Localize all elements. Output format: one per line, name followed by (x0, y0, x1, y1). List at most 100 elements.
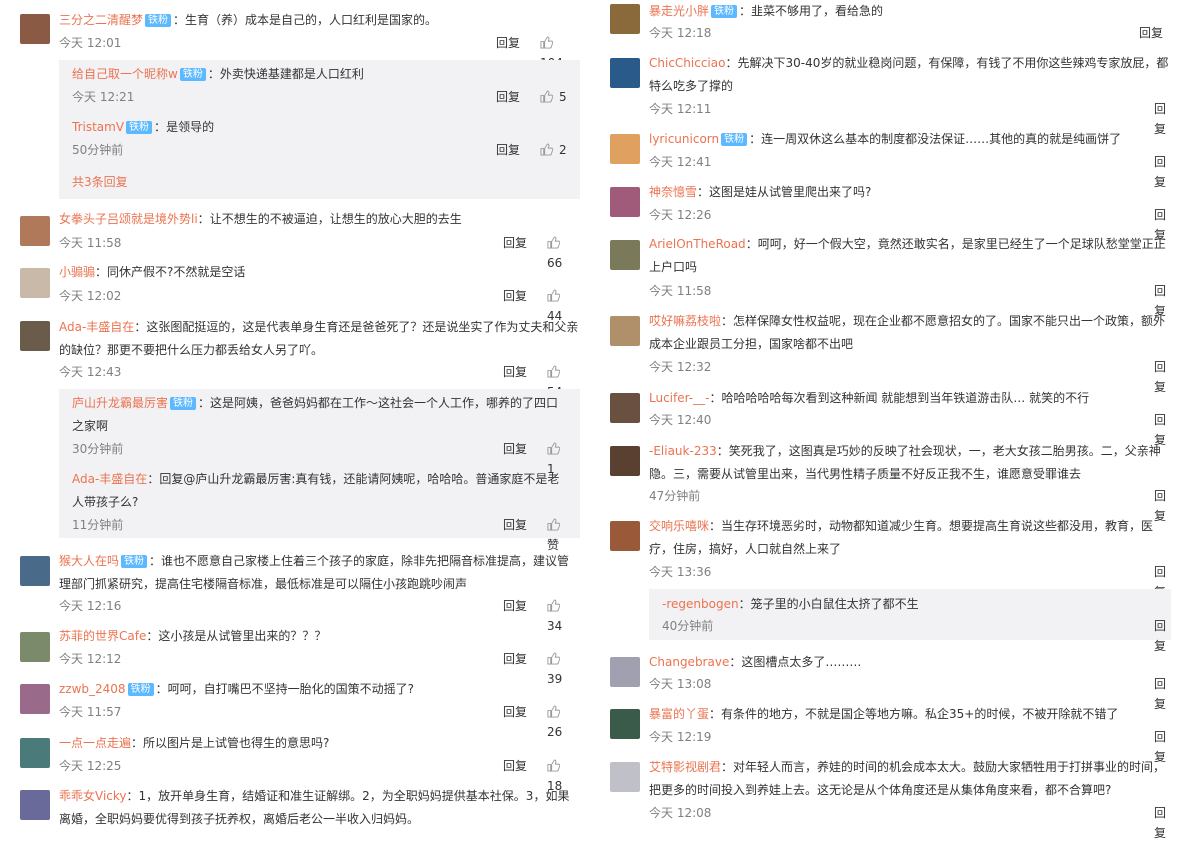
username-link[interactable]: 艾特影视剧君 (649, 760, 721, 774)
comment-meta: 今天 12:40回复8 (649, 410, 1171, 447)
timestamp: 今天 12:16 (59, 599, 122, 613)
comment-text: 三分之二清醒梦 铁粉 ：生育（养）成本是自己的，人口红利是国家的。 (59, 9, 580, 32)
reply-button[interactable]: 回复 (503, 362, 527, 382)
username-link[interactable]: 小骟骟 (59, 265, 95, 279)
avatar[interactable] (20, 684, 50, 714)
avatar[interactable] (20, 632, 50, 662)
avatar[interactable] (20, 321, 50, 351)
comment-text: 暴富的丫蛋：有条件的地方，不就是国企等地方嘛。私企35+的时候，不被开除就不错了 (649, 703, 1171, 726)
avatar[interactable] (610, 709, 640, 739)
avatar[interactable] (610, 657, 640, 687)
colon: ： (147, 472, 160, 486)
iron-fan-badge: 铁粉 (711, 5, 738, 18)
avatar[interactable] (20, 556, 50, 586)
timestamp: 47分钟前 (649, 489, 701, 503)
username-link[interactable]: 庐山升龙霸最厉害 (72, 396, 168, 410)
avatar[interactable] (610, 240, 640, 270)
username-link[interactable]: 一点一点走遍 (59, 736, 131, 750)
reply-button[interactable]: 回复 (1154, 803, 1171, 843)
username-link[interactable]: 暴走光小胖 (649, 4, 709, 18)
avatar[interactable] (610, 446, 640, 476)
avatar[interactable] (610, 4, 640, 34)
reply-button[interactable]: 回复 (503, 649, 527, 669)
colon: ： (154, 120, 167, 134)
comment-meta: 今天 12:41回复14 (649, 152, 1171, 189)
avatar[interactable] (20, 216, 50, 246)
username-link[interactable]: -regenbogen (662, 597, 739, 611)
timestamp: 今天 11:58 (649, 284, 712, 298)
comment-meta: 今天 11:57 回复 26 (59, 702, 580, 739)
reply-button[interactable]: 回复 (503, 233, 527, 253)
reply-button[interactable]: 回复 (503, 439, 527, 459)
timestamp: 今天 12:21 (72, 90, 135, 104)
username-link[interactable]: 哎好嘛荔枝啦 (649, 314, 721, 328)
reply-thread: 给自己取一个昵称w 铁粉 ：外卖快递基建都是人口红利今天 12:21 回复 5 Trist… (59, 60, 580, 199)
like-button[interactable]: 赞 (547, 515, 570, 555)
username-link[interactable]: 三分之二清醒梦 (59, 13, 143, 27)
reply-button[interactable]: 回复 (496, 140, 520, 160)
avatar[interactable] (610, 134, 640, 164)
username-link[interactable]: -Eliauk-233 (649, 444, 717, 458)
username-link[interactable]: 交响乐嘻咪 (649, 519, 709, 533)
avatar[interactable] (610, 762, 640, 792)
reply-button[interactable]: 回复 (503, 596, 527, 616)
username-link[interactable]: TristamV (72, 120, 124, 134)
view-all-replies-link[interactable]: 共3条回复 (72, 172, 128, 192)
username-link[interactable]: 猴大人在吗 (59, 554, 119, 568)
colon: ： (745, 237, 758, 251)
comment-body: 呵呵，自打嘴巴不坚持一胎化的国策不动摇了? (167, 682, 414, 696)
comment-text: Ada-丰盛自在：这张图配挺逗的，这是代表单身生育还是爸爸死了？还是说坐实了作为… (59, 316, 580, 362)
avatar[interactable] (610, 58, 640, 88)
iron-fan-badge: 铁粉 (145, 14, 172, 27)
username-link[interactable]: 给自己取一个昵称w (72, 67, 178, 81)
colon: ： (749, 132, 762, 146)
avatar[interactable] (610, 393, 640, 423)
username-link[interactable]: Lucifer-__- (649, 391, 709, 405)
username-link[interactable]: lyricunicorn (649, 132, 719, 146)
reply-button[interactable]: 回复 (503, 702, 527, 722)
comment-text: 交响乐嘻咪：当生存环境恶劣时，动物都知道减少生育。想要提高生育说这些都没用，教育… (649, 515, 1171, 561)
thumbs-up-icon (540, 143, 553, 156)
avatar[interactable] (610, 521, 640, 551)
reply-button[interactable]: 回复 (503, 756, 527, 776)
reply-button[interactable]: 回复 (496, 87, 520, 107)
avatar[interactable] (20, 268, 50, 298)
thumbs-up-icon (540, 90, 553, 103)
username-link[interactable]: zzwb_2408 (59, 682, 126, 696)
comment-body: 这图是娃从试管里爬出来了吗? (709, 185, 872, 199)
thumbs-up-icon (547, 705, 560, 718)
like-button[interactable]: 5 (540, 87, 567, 107)
reply-button[interactable]: 回复 (1154, 616, 1166, 656)
comment-meta: 今天 12:19回复7 (649, 727, 1171, 764)
username-link[interactable]: 苏菲的世界Cafe (59, 629, 146, 643)
username-link[interactable]: 暴富的丫蛋 (649, 707, 709, 721)
like-button[interactable]: 2 (540, 140, 567, 160)
reply-button[interactable]: 回复 (1139, 23, 1163, 43)
username-link[interactable]: Ada-丰盛自在 (72, 472, 147, 486)
timestamp: 今天 12:08 (649, 806, 712, 820)
comment-text: TristamV 铁粉 ：是领导的 (72, 116, 570, 139)
username-link[interactable]: ChicChicciao (649, 56, 725, 70)
timestamp: 今天 13:36 (649, 565, 712, 579)
comment-text: 一点一点走遍：所以图片是上试管也得生的意思吗? (59, 732, 580, 755)
colon: ： (725, 56, 738, 70)
avatar[interactable] (20, 738, 50, 768)
username-link[interactable]: Changebrave (649, 655, 729, 669)
thumbs-up-icon (547, 365, 560, 378)
comment-text: Ada-丰盛自在：回复@庐山升龙霸最厉害:真有钱，还能请阿姨呢，哈哈哈。普通家庭… (72, 468, 570, 514)
reply-button[interactable]: 回复 (503, 515, 527, 535)
comment-text: 女拳头子吕颂就是境外势li：让不想生的不被逼迫，让想生的放心大胆的去生 (59, 208, 580, 231)
reply-button[interactable]: 回复 (496, 33, 520, 53)
username-link[interactable]: 神奈憶雪 (649, 185, 697, 199)
username-link[interactable]: 女拳头子吕颂就是境外势li (59, 212, 198, 226)
avatar[interactable] (610, 187, 640, 217)
comment-meta: 今天 12:08回复4 (649, 803, 1171, 840)
comment-text: 给自己取一个昵称w 铁粉 ：外卖快递基建都是人口红利 (72, 63, 570, 86)
username-link[interactable]: 乖乖女Vicky (59, 789, 127, 803)
username-link[interactable]: ArielOnTheRoad (649, 237, 746, 251)
avatar[interactable] (610, 316, 640, 346)
username-link[interactable]: Ada-丰盛自在 (59, 320, 134, 334)
reply-button[interactable]: 回复 (503, 286, 527, 306)
avatar[interactable] (20, 790, 50, 820)
avatar[interactable] (20, 14, 50, 44)
